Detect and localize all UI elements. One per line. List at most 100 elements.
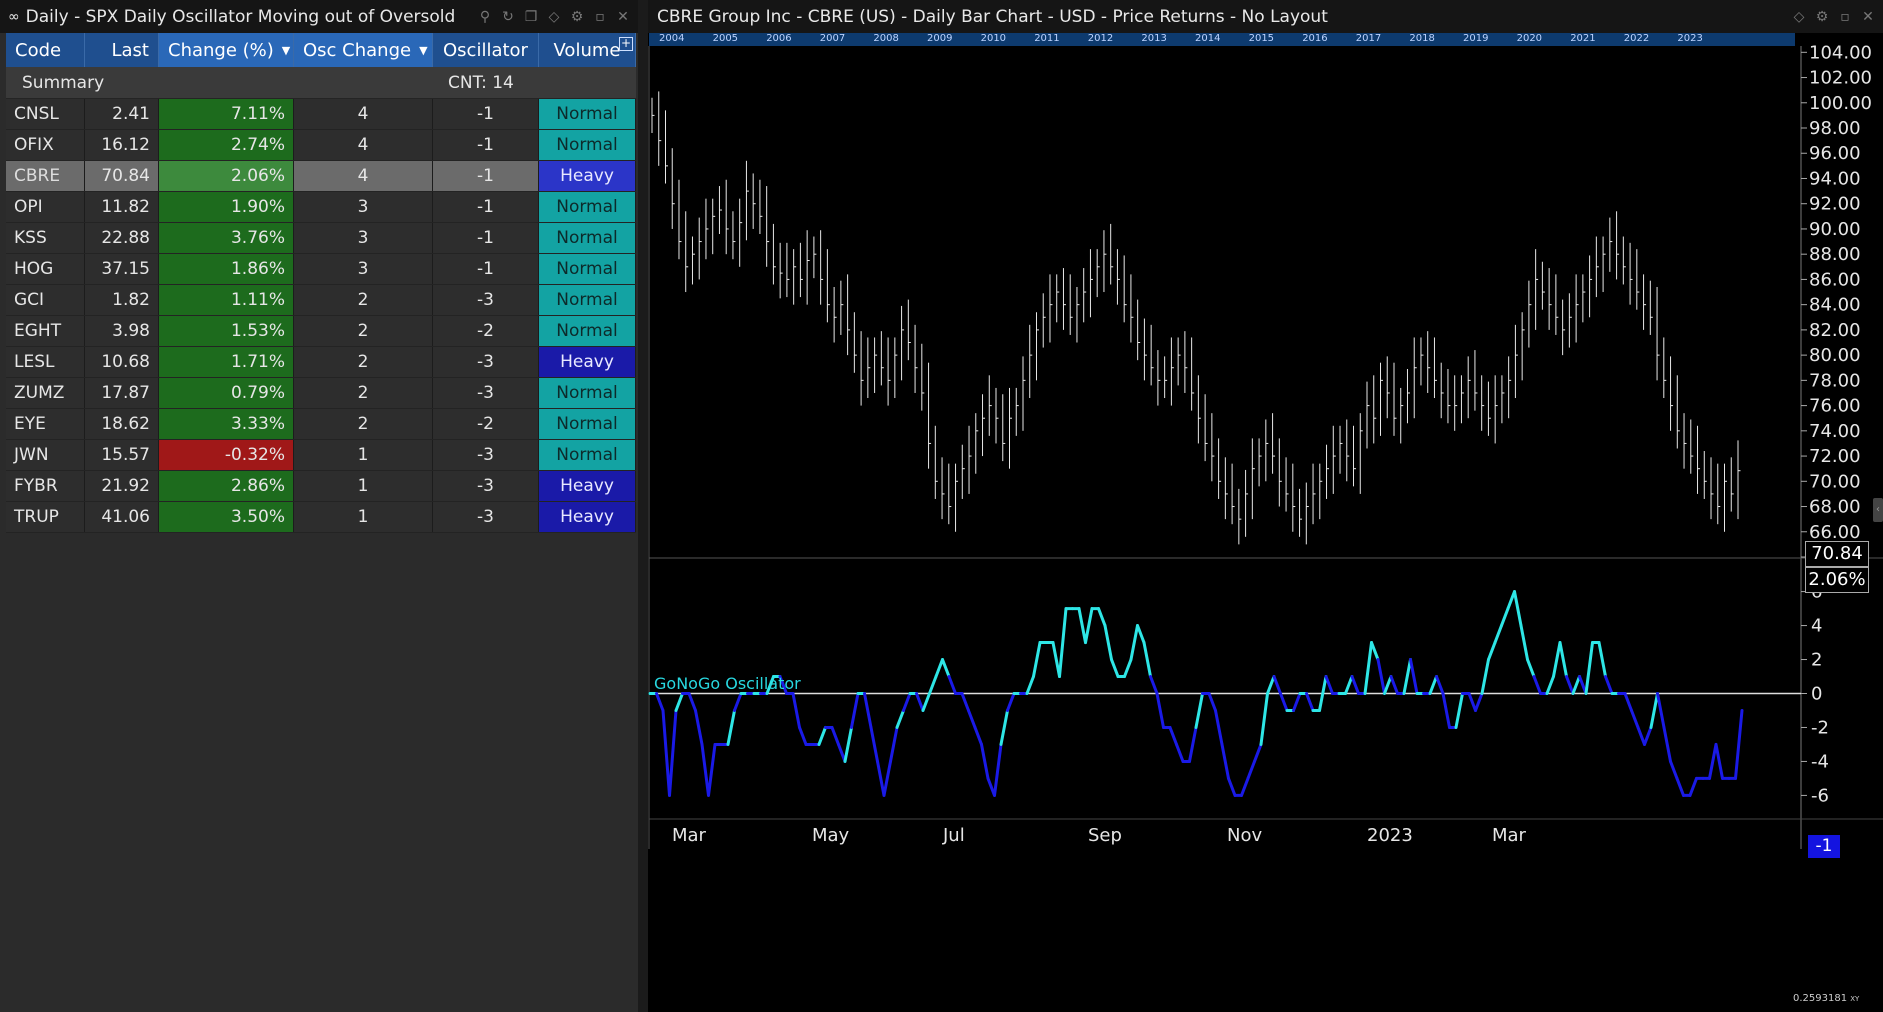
oscillator-segment xyxy=(1272,675,1282,695)
price-bar xyxy=(1454,375,1458,431)
column-header-last[interactable]: Last xyxy=(85,33,159,67)
settings-icon[interactable]: ⚙ xyxy=(570,9,584,25)
cell-last: 37.15 xyxy=(85,254,159,284)
oscillator-segment xyxy=(830,725,840,746)
price-bar xyxy=(752,173,756,229)
price-bar xyxy=(779,242,783,299)
price-bar xyxy=(712,198,716,255)
oscillator-segment xyxy=(1175,742,1185,763)
table-row[interactable]: EGHT 3.98 1.53% 2 -2 Normal xyxy=(6,316,636,347)
cell-code[interactable]: EYE xyxy=(6,409,85,439)
price-bar xyxy=(1649,280,1653,335)
pin-icon[interactable]: ◇ xyxy=(1792,9,1806,25)
cell-code[interactable]: FYBR xyxy=(6,471,85,501)
chart-panel: CBRE Group Inc - CBRE (US) - Daily Bar C… xyxy=(648,0,1883,1012)
price-bar xyxy=(1238,488,1242,545)
chevron-down-icon[interactable]: ▼ xyxy=(282,44,290,57)
price-bar xyxy=(1487,381,1491,436)
oscillator-segment xyxy=(999,708,1009,746)
cell-code[interactable]: JWN xyxy=(6,440,85,470)
link-icon[interactable]: ∞ xyxy=(8,9,20,25)
price-bar xyxy=(1622,236,1626,285)
add-column-icon[interactable]: + xyxy=(619,37,633,51)
price-bar xyxy=(1062,268,1066,330)
cell-oscillator: -1 xyxy=(433,130,539,160)
settings-icon[interactable]: ⚙ xyxy=(1815,9,1829,25)
minimize-icon[interactable]: ▫ xyxy=(1838,9,1852,25)
cell-code[interactable]: HOG xyxy=(6,254,85,284)
oscillator-segment xyxy=(674,692,684,712)
price-bar xyxy=(759,179,763,234)
column-header-change[interactable]: Change (%) ▼ xyxy=(159,33,294,67)
cell-code[interactable]: EGHT xyxy=(6,316,85,346)
oscillator-segment xyxy=(1220,742,1230,780)
cell-code[interactable]: LESL xyxy=(6,347,85,377)
close-icon[interactable]: ✕ xyxy=(1861,9,1875,25)
cell-last: 11.82 xyxy=(85,192,159,222)
sync-icon[interactable]: ↻ xyxy=(501,9,515,25)
cell-code[interactable]: OFIX xyxy=(6,130,85,160)
search-icon[interactable]: ⚲ xyxy=(478,9,492,25)
price-bar xyxy=(1110,223,1114,285)
table-row[interactable]: OPI 11.82 1.90% 3 -1 Normal xyxy=(6,192,636,223)
price-bar xyxy=(1042,293,1046,348)
price-bar xyxy=(1555,274,1559,335)
pin-icon[interactable]: ◇ xyxy=(547,9,561,25)
cell-code[interactable]: TRUP xyxy=(6,502,85,532)
price-bar xyxy=(1204,394,1208,462)
oscillator-segment xyxy=(1435,675,1445,695)
table-row[interactable]: KSS 22.88 3.76% 3 -1 Normal xyxy=(6,223,636,254)
oscillator-segment xyxy=(1669,759,1679,780)
chart-canvas[interactable]: 104.00 102.00 100.00 98.00 96.00 94.00 92.00 90… xyxy=(648,33,1883,1012)
scroll-handle[interactable]: ‹ xyxy=(1873,498,1883,522)
chevron-down-icon[interactable]: ▼ xyxy=(419,44,427,57)
oscillator-segment xyxy=(726,708,736,746)
table-row[interactable]: CBRE 70.84 2.06% 4 -1 Heavy xyxy=(6,161,636,192)
oscillator-segment xyxy=(1194,692,1204,729)
oscillator-segment xyxy=(1110,658,1120,679)
table-row[interactable]: TRUP 41.06 3.50% 1 -3 Heavy xyxy=(6,502,636,533)
price-bar xyxy=(901,305,905,381)
cell-change: 0.79% xyxy=(159,378,294,408)
oscillator-segment xyxy=(1552,641,1562,679)
column-header-volume[interactable]: Volume + xyxy=(539,33,636,67)
cell-code[interactable]: CNSL xyxy=(6,99,85,129)
oscillator-segment xyxy=(1376,658,1386,695)
price-bar xyxy=(847,274,851,356)
oscillator-segment xyxy=(1493,624,1503,645)
cell-volume: Normal xyxy=(539,409,636,439)
oscillator-segment xyxy=(1454,692,1464,729)
price-bar xyxy=(1373,375,1377,444)
price-bar xyxy=(1541,261,1545,310)
cell-code[interactable]: GCI xyxy=(6,285,85,315)
oscillator-segment xyxy=(1714,742,1724,780)
table-row[interactable]: ZUMZ 17.87 0.79% 2 -3 Normal xyxy=(6,378,636,409)
cell-code[interactable]: KSS xyxy=(6,223,85,253)
table-row[interactable]: GCI 1.82 1.11% 2 -3 Normal xyxy=(6,285,636,316)
column-header-oscillator[interactable]: Oscillator xyxy=(433,33,539,67)
oscillator-segment xyxy=(1188,725,1198,763)
table-row[interactable]: LESL 10.68 1.71% 2 -3 Heavy xyxy=(6,347,636,378)
table-row[interactable]: FYBR 21.92 2.86% 1 -3 Heavy xyxy=(6,471,636,502)
copy-icon[interactable]: ❐ xyxy=(524,9,538,25)
cell-last: 22.88 xyxy=(85,223,159,253)
column-header-code[interactable]: Code xyxy=(6,33,85,67)
cell-code[interactable]: ZUMZ xyxy=(6,378,85,408)
cell-volume: Normal xyxy=(539,223,636,253)
osc-tick-label: 2 xyxy=(1811,650,1822,671)
price-bar xyxy=(1305,482,1309,545)
table-row[interactable]: OFIX 16.12 2.74% 4 -1 Normal xyxy=(6,130,636,161)
cell-code[interactable]: CBRE xyxy=(6,161,85,191)
minimize-icon[interactable]: ▫ xyxy=(593,9,607,25)
table-row[interactable]: JWN 15.57 -0.32% 1 -3 Normal xyxy=(6,440,636,471)
table-row[interactable]: CNSL 2.41 7.11% 4 -1 Normal xyxy=(6,99,636,130)
price-bar xyxy=(1676,375,1680,449)
table-row[interactable]: HOG 37.15 1.86% 3 -1 Normal xyxy=(6,254,636,285)
oscillator-segment xyxy=(1649,692,1659,729)
price-bar xyxy=(793,249,797,305)
column-header-osc-change[interactable]: Osc Change ▼ xyxy=(294,33,433,67)
close-icon[interactable]: ✕ xyxy=(616,9,630,25)
table-row[interactable]: EYE 18.62 3.33% 2 -2 Normal xyxy=(6,409,636,440)
oscillator-segment xyxy=(1370,641,1380,662)
cell-code[interactable]: OPI xyxy=(6,192,85,222)
